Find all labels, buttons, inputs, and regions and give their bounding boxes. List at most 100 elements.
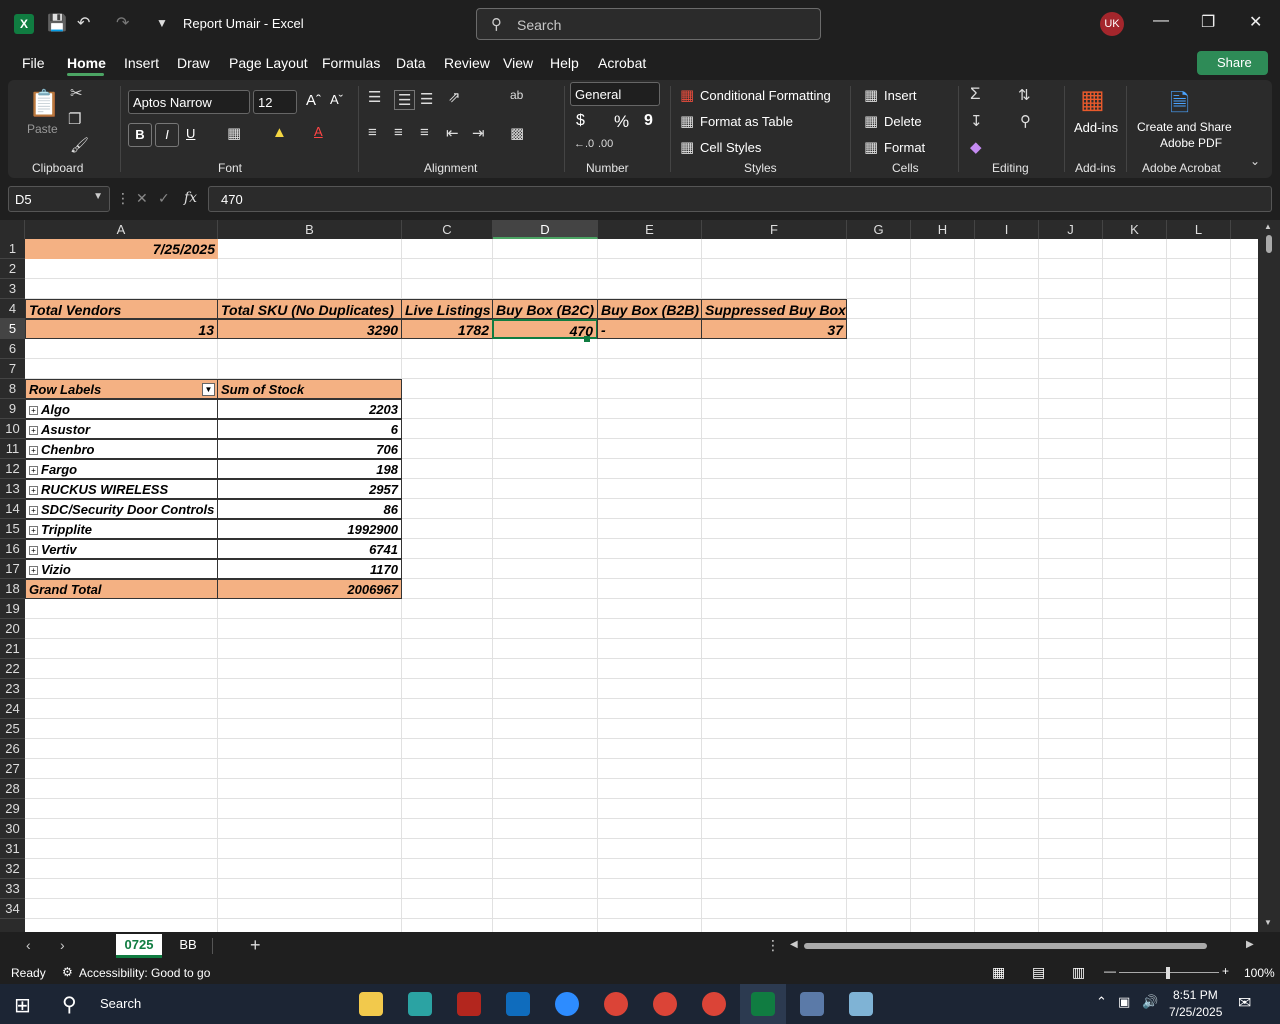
column-header-k[interactable]: K <box>1103 220 1167 239</box>
file-explorer-icon[interactable] <box>359 992 383 1016</box>
percent-button[interactable]: % <box>614 112 629 132</box>
copy-icon[interactable]: ❐ <box>68 110 81 128</box>
taskbar-search-label[interactable]: Search <box>100 996 141 1011</box>
pivot-row-value[interactable]: 6 <box>217 419 402 439</box>
expand-icon[interactable]: + <box>29 446 38 456</box>
pivot-row-value[interactable]: 1992900 <box>217 519 402 539</box>
column-header-f[interactable]: F <box>702 220 847 239</box>
pivot-grand-total-value[interactable]: 2006967 <box>217 579 402 599</box>
row-header-27[interactable]: 27 <box>0 759 25 779</box>
pivot-grand-total-label[interactable]: Grand Total <box>25 579 218 599</box>
row-header-31[interactable]: 31 <box>0 839 25 859</box>
column-header-l[interactable]: L <box>1167 220 1231 239</box>
row-header-17[interactable]: 17 <box>0 559 25 579</box>
row-header-13[interactable]: 13 <box>0 479 25 499</box>
pivot-row-label[interactable]: + Asustor <box>25 419 218 439</box>
chrome-icon[interactable] <box>653 992 677 1016</box>
pivot-row-label[interactable]: + Fargo <box>25 459 218 479</box>
decrease-font-icon[interactable]: Aˇ <box>330 92 343 107</box>
save-icon[interactable]: 💾 <box>47 13 67 33</box>
vertical-scroll-thumb[interactable] <box>1266 235 1272 253</box>
row-header-33[interactable]: 33 <box>0 879 25 899</box>
find-select-icon[interactable]: ⚲ <box>1020 112 1031 130</box>
wrap-text-icon[interactable]: ab <box>510 88 523 102</box>
expand-icon[interactable]: + <box>29 466 38 476</box>
cell-f4[interactable]: Suppressed Buy Box <box>701 299 847 319</box>
expand-icon[interactable]: + <box>29 486 38 496</box>
row-header-16[interactable]: 16 <box>0 539 25 559</box>
font-size-select[interactable]: 12 <box>253 90 297 114</box>
clock-date[interactable]: 7/25/2025 <box>1169 1005 1222 1019</box>
expand-icon[interactable]: + <box>29 426 38 436</box>
cell-a4[interactable]: Total Vendors <box>25 299 218 319</box>
column-header-c[interactable]: C <box>402 220 493 239</box>
chrome-icon[interactable] <box>604 992 628 1016</box>
tab-review[interactable]: Review <box>444 55 490 71</box>
expand-icon[interactable]: + <box>29 566 38 576</box>
scroll-right-icon[interactable]: ▶ <box>1246 939 1254 950</box>
vertical-scrollbar[interactable]: ▲ ▼ <box>1258 220 1280 932</box>
next-sheet-icon[interactable]: › <box>60 937 65 953</box>
pivot-row-value[interactable]: 2957 <box>217 479 402 499</box>
accessibility-status[interactable]: Accessibility: Good to go <box>79 966 210 980</box>
cell-c5[interactable]: 1782 <box>401 319 493 339</box>
column-header-i[interactable]: I <box>975 220 1039 239</box>
align-left-icon[interactable]: ≡ <box>368 124 377 141</box>
column-header-h[interactable]: H <box>911 220 975 239</box>
font-name-select[interactable]: Aptos Narrow <box>128 90 250 114</box>
fill-handle[interactable] <box>584 336 590 342</box>
tab-help[interactable]: Help <box>550 55 579 71</box>
tab-draw[interactable]: Draw <box>177 55 210 71</box>
cell-styles-icon[interactable]: ▦ <box>680 138 694 156</box>
format-as-table-button[interactable]: Format as Table <box>700 114 793 129</box>
decrease-decimal-icon[interactable]: .00 <box>598 138 613 150</box>
row-header-24[interactable]: 24 <box>0 699 25 719</box>
create-share-pdf-line1[interactable]: Create and Share <box>1137 120 1232 134</box>
row-header-12[interactable]: 12 <box>0 459 25 479</box>
cancel-icon[interactable]: ✕ <box>136 190 148 207</box>
formula-input[interactable]: 470 <box>208 186 1272 212</box>
scroll-down-icon[interactable]: ▼ <box>1264 918 1272 927</box>
minimize-icon[interactable]: — <box>1153 12 1169 30</box>
row-header-26[interactable]: 26 <box>0 739 25 759</box>
row-header-14[interactable]: 14 <box>0 499 25 519</box>
maximize-icon[interactable]: ❐ <box>1201 12 1215 32</box>
tab-home[interactable]: Home <box>67 55 106 71</box>
scroll-up-icon[interactable]: ▲ <box>1264 222 1272 231</box>
expand-icon[interactable]: + <box>29 526 38 536</box>
sheet-tab-bb[interactable]: BB <box>168 934 208 958</box>
cell-e4[interactable]: Buy Box (B2B) <box>597 299 702 319</box>
windows-start-icon[interactable]: ⊞ <box>14 993 31 1018</box>
chrome-icon[interactable] <box>702 992 726 1016</box>
horizontal-scroll-thumb[interactable] <box>804 943 1207 949</box>
increase-decimal-icon[interactable]: ←.0 <box>574 138 594 150</box>
comma-button[interactable]: 9 <box>644 112 653 130</box>
bold-button[interactable]: B <box>128 123 152 147</box>
cell-a5[interactable]: 13 <box>25 319 218 339</box>
italic-button[interactable]: I <box>155 123 179 147</box>
accessibility-icon[interactable]: ⚙ <box>62 965 73 979</box>
merge-center-icon[interactable]: ▩ <box>510 124 524 142</box>
autosum-icon[interactable]: Σ <box>970 84 981 104</box>
row-header-19[interactable]: 19 <box>0 599 25 619</box>
cell-d4[interactable]: Buy Box (B2C) <box>492 299 598 319</box>
tab-acrobat[interactable]: Acrobat <box>598 55 646 71</box>
name-box[interactable]: D5 ▼ <box>8 186 110 212</box>
align-right-icon[interactable]: ≡ <box>420 124 429 141</box>
delete-cells-button[interactable]: Delete <box>884 114 922 129</box>
pivot-sum-header[interactable]: Sum of Stock <box>217 379 402 399</box>
clock-time[interactable]: 8:51 PM <box>1173 988 1218 1002</box>
create-share-pdf-line2[interactable]: Adobe PDF <box>1160 136 1222 150</box>
app-icon[interactable] <box>408 992 432 1016</box>
zoom-slider-thumb[interactable] <box>1166 967 1170 979</box>
cell-area[interactable]: 7/25/2025 Total Vendors Total SKU (No Du… <box>25 239 1258 932</box>
pivot-row-label[interactable]: + Vizio <box>25 559 218 579</box>
row-header-21[interactable]: 21 <box>0 639 25 659</box>
format-as-table-icon[interactable]: ▦ <box>680 112 694 130</box>
column-header-g[interactable]: G <box>847 220 911 239</box>
cell-e5[interactable]: - <box>597 319 702 339</box>
row-header-34[interactable]: 34 <box>0 899 25 919</box>
undo-icon[interactable]: ↶ <box>77 13 90 33</box>
row-header-11[interactable]: 11 <box>0 439 25 459</box>
pivot-row-label[interactable]: + Chenbro <box>25 439 218 459</box>
